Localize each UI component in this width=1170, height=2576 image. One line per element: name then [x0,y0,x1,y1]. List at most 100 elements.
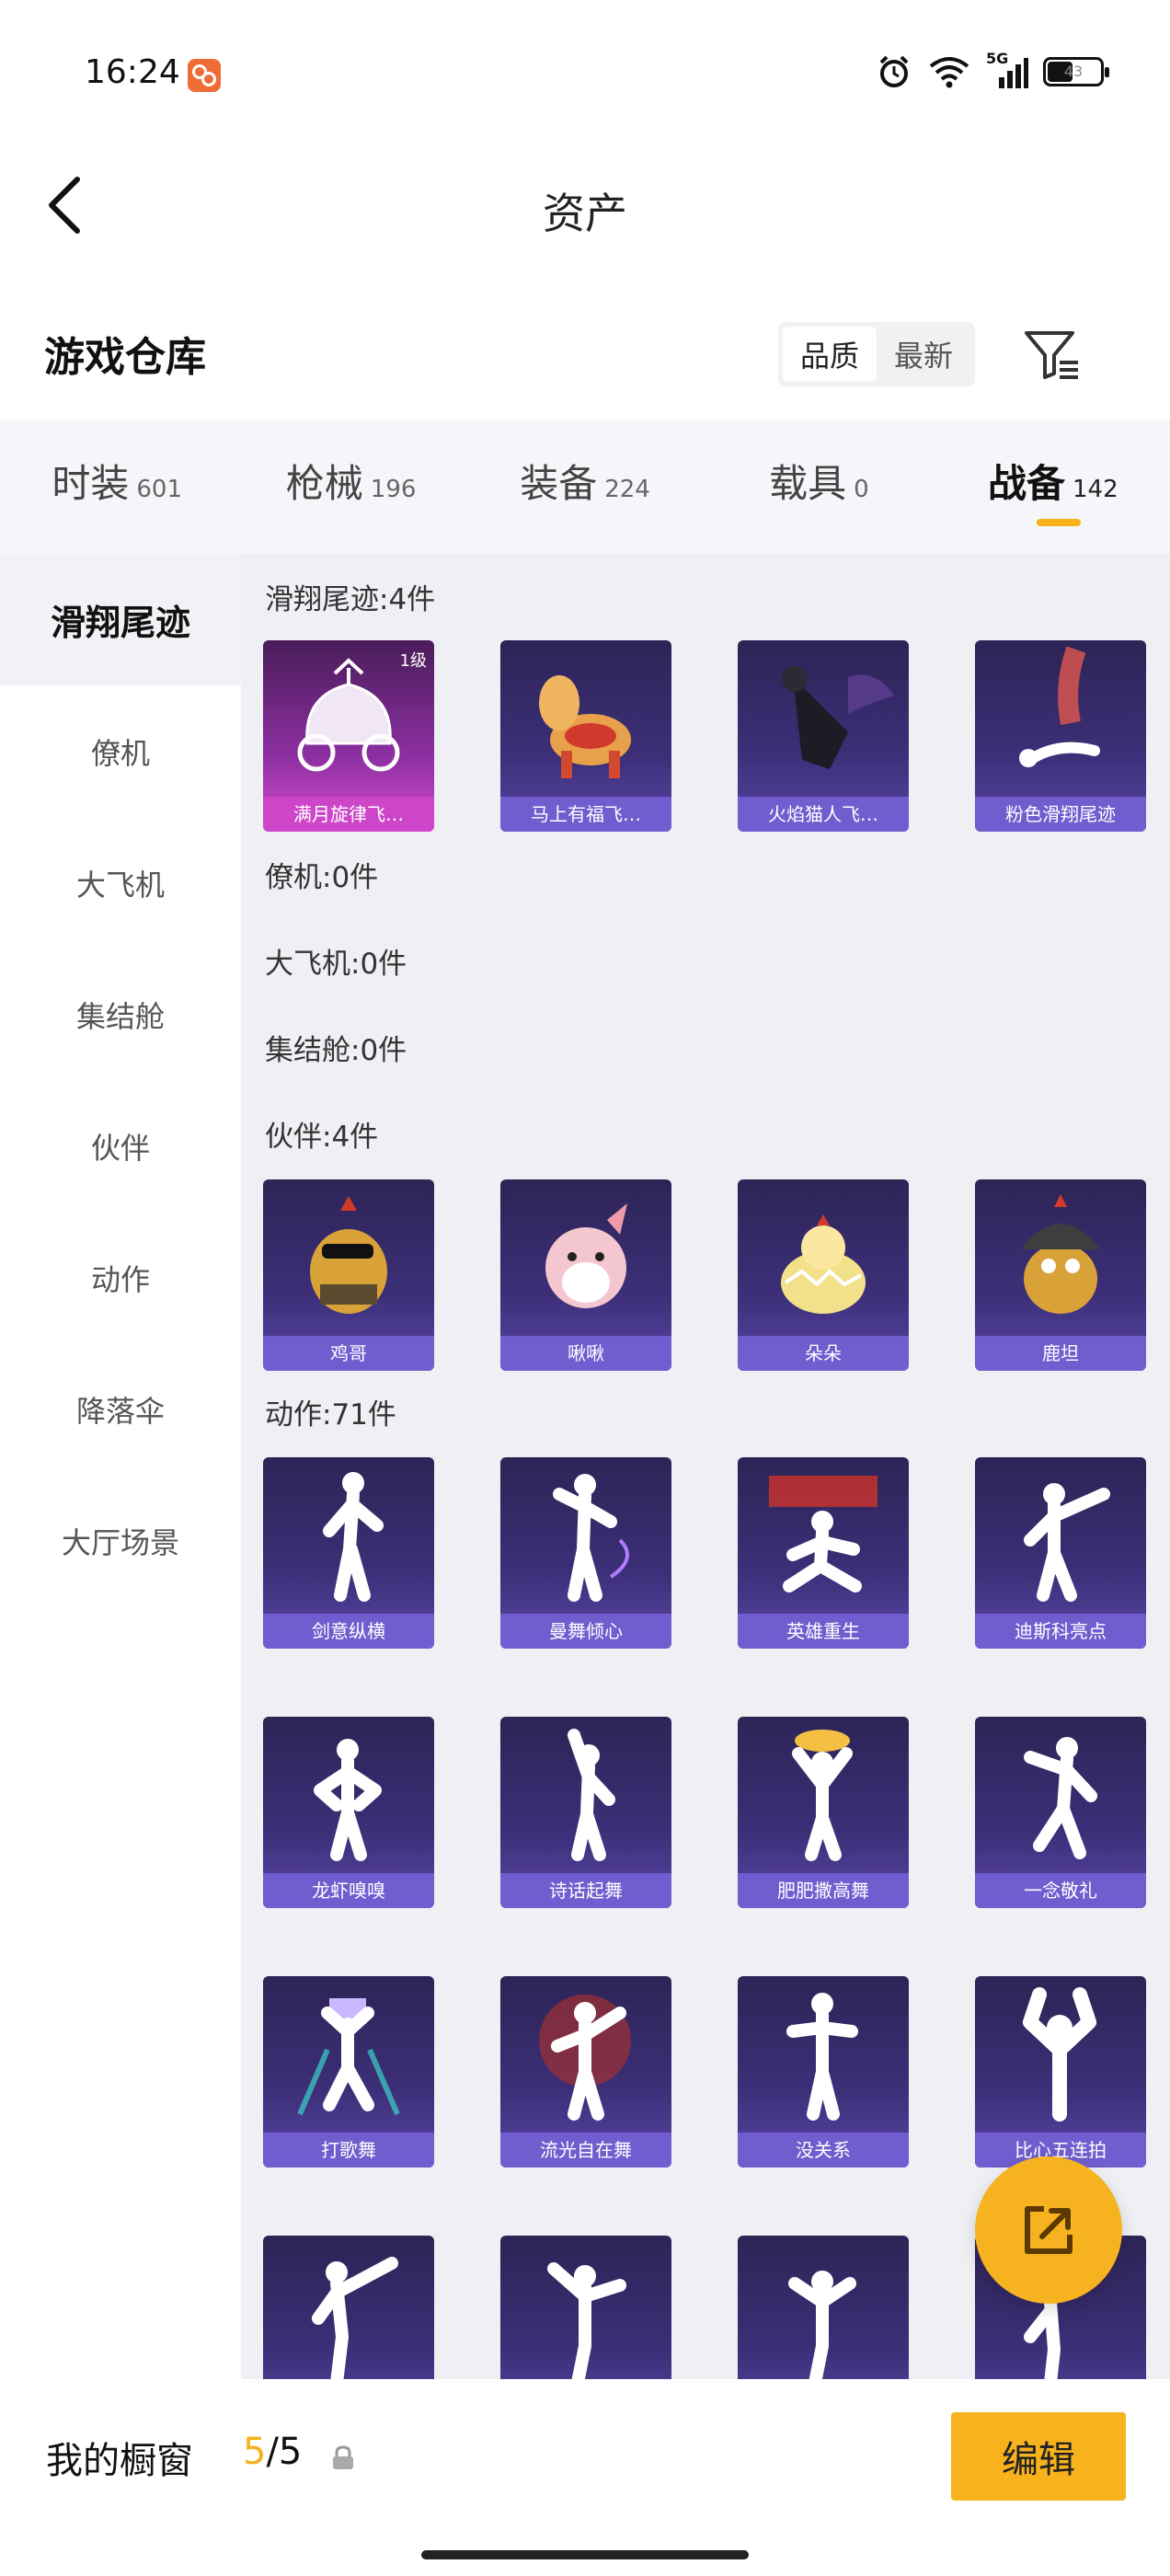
boombox-figure-icon [297,1998,400,2116]
item-card[interactable]: 粉色滑翔尾迹 [975,640,1146,832]
item-card[interactable]: 马上有福飞… [500,640,671,832]
home-indicator[interactable] [421,2550,749,2559]
lock-icon [333,2445,353,2469]
edit-button[interactable]: 编辑 [951,2412,1126,2501]
item-card[interactable]: 流光自在舞 [500,1976,671,2168]
section-header-assembly-pod: 集结舱:0件 [265,1034,407,1067]
tab-fashion[interactable]: 时装 601 [0,420,234,554]
item-card[interactable]: 一念敬礼 [975,1717,1146,1908]
section-header-wingman: 僚机:0件 [265,861,379,894]
item-card[interactable]: 朵朵 [738,1179,909,1371]
item-name: 啾啾 [500,1336,671,1371]
tab-label: 载具 [769,461,847,506]
item-name: 鸡哥 [263,1336,434,1371]
sidebar-item-assembly-pod[interactable]: 集结舱 [0,949,241,1080]
pose-figure-icon [323,1472,384,1602]
tab-battle-prep[interactable]: 战备 142 [936,420,1170,554]
item-name: 剑意纵横 [263,1614,434,1649]
status-bar: 16:24 5G 43 [0,0,1170,147]
item-card[interactable] [263,2236,434,2379]
item-name: 没关系 [738,2133,909,2168]
sort-by-newest[interactable]: 最新 [877,327,970,382]
section-header-big-plane: 大飞机:0件 [265,948,407,981]
chicken-icon [310,1196,387,1314]
item-card[interactable]: 1级 满月旋律飞… [263,640,434,832]
trail-figure-icon [1019,646,1100,767]
item-name: 肥肥撒高舞 [738,1873,909,1908]
pose-figure-icon [312,2257,398,2379]
tab-label: 战备 [988,461,1066,506]
item-card[interactable] [738,2236,909,2379]
item-card[interactable]: 迪斯科亮点 [975,1457,1146,1649]
item-card[interactable]: 鸡哥 [263,1179,434,1371]
sort-by-quality[interactable]: 品质 [783,327,877,382]
item-card[interactable]: 鹿坦 [975,1179,1146,1371]
sidebar-item-lobby-scene[interactable]: 大厅场景 [0,1475,241,1606]
item-name: 诗话起舞 [500,1873,671,1908]
sidebar-item-partner[interactable]: 伙伴 [0,1080,241,1212]
item-card[interactable]: 曼舞倾心 [500,1457,671,1649]
item-name: 马上有福飞… [500,797,671,832]
showcase-label: 我的橱窗 [46,2440,193,2482]
tab-firearms[interactable]: 枪械 196 [234,420,467,554]
horse-toy-icon [539,675,631,778]
item-card[interactable]: 肥肥撒高舞 [738,1717,909,1908]
item-name: 龙虾嗅嗅 [263,1873,434,1908]
item-card[interactable]: 诗话起舞 [500,1717,671,1908]
category-tabs: 时装 601 枪械 196 装备 224 载具 0 战备 142 [0,420,1170,554]
heart-hands-icon [1023,1987,1096,2122]
disco-pose-icon [1024,1483,1110,1602]
tab-count: 601 [136,476,183,503]
item-name: 一念敬礼 [975,1873,1146,1908]
item-name: 迪斯科亮点 [975,1614,1146,1649]
hero-pose-icon [769,1476,878,1593]
page-title: 资产 [543,189,627,238]
status-icons: 5G 43 [876,50,1109,90]
item-card[interactable]: 龙虾嗅嗅 [263,1717,434,1908]
item-card[interactable]: 比心五连拍 [975,1976,1146,2168]
sidebar-item-big-plane[interactable]: 大飞机 [0,817,241,949]
item-card[interactable]: 打歌舞 [263,1976,434,2168]
warehouse-title: 游戏仓库 [44,334,206,381]
item-card[interactable]: 火焰猫人飞… [738,640,909,832]
tab-count: 0 [854,476,869,503]
section-header-partner: 伙伴:4件 [265,1121,379,1154]
sidebar-item-glide-trail[interactable]: 滑翔尾迹 [0,554,241,685]
share-icon [1025,2206,1072,2254]
section-header-emote: 动作:71件 [265,1398,396,1432]
showcase-count-current: 5 [243,2431,267,2473]
sidebar-item-parachute[interactable]: 降落伞 [0,1343,241,1475]
dance-figure-icon [547,2262,626,2379]
tab-label: 时装 [52,461,130,506]
tab-count: 196 [370,476,417,503]
arm-raise-figure-icon [568,1729,615,1861]
filter-button[interactable] [1023,326,1082,385]
tab-count: 142 [1072,476,1118,503]
item-grid-area[interactable]: 滑翔尾迹:4件 1级 满月旋律飞… 马上有福飞… 火焰猫人飞… 粉色滑翔尾迹 僚… [241,554,1170,2379]
tab-equipment[interactable]: 装备 224 [468,420,702,554]
celebrate-figure-icon [792,1730,853,1861]
item-card[interactable]: 啾啾 [500,1179,671,1371]
item-card[interactable]: 英雄重生 [738,1457,909,1649]
tab-vehicles[interactable]: 载具 0 [702,420,935,554]
tab-count: 224 [604,476,650,503]
item-level: 1级 [399,651,427,671]
item-card[interactable] [500,2236,671,2379]
winged-figure-icon [782,666,894,769]
item-card[interactable]: 没关系 [738,1976,909,2168]
sidebar-item-emote[interactable]: 动作 [0,1212,241,1343]
signal-icon: 5G [986,50,1028,90]
item-card[interactable]: 剑意纵横 [263,1457,434,1649]
filter-icon [1025,331,1078,379]
sidebar-item-wingman[interactable]: 僚机 [0,685,241,817]
salute-figure-icon [1024,1737,1097,1859]
sort-toggle: 品质 最新 [778,322,975,386]
tab-label: 装备 [520,461,598,506]
item-name: 满月旋律飞… [263,797,434,832]
battery-icon: 43 [1043,57,1109,86]
share-button[interactable] [975,2156,1122,2304]
item-name: 流光自在舞 [500,2133,671,2168]
item-name: 打歌舞 [263,2133,434,2168]
alarm-icon [879,55,909,87]
showcase-count: 5/5 [243,2431,302,2473]
